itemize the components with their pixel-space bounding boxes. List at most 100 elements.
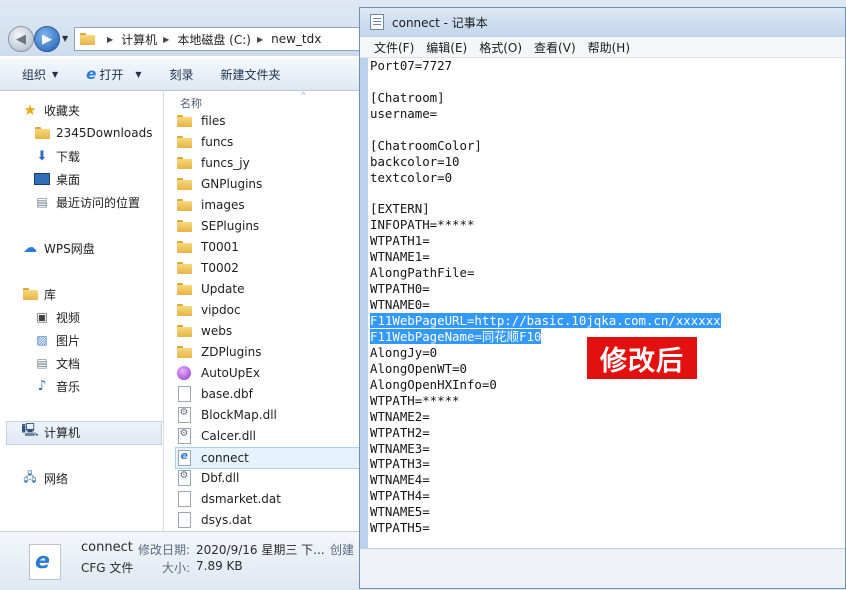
nav-network[interactable]: 🖧 网络 — [22, 468, 68, 488]
desktop-icon — [34, 173, 50, 185]
file-row[interactable]: images — [176, 195, 366, 215]
file-row[interactable]: files — [176, 111, 366, 131]
file-row[interactable]: vipdoc — [176, 300, 366, 320]
file-row[interactable]: funcs_jy — [176, 153, 366, 173]
file-row[interactable]: dsys.dat — [176, 510, 366, 530]
column-header-name[interactable]: 名称 — [180, 95, 202, 111]
folder-icon — [80, 33, 95, 45]
nav-item-2345downloads[interactable]: 2345Downloads — [34, 123, 152, 143]
file-preview-icon: e — [29, 544, 61, 580]
nav-item-pictures[interactable]: ▨ 图片 — [34, 330, 80, 350]
text-line: Port07=7727 — [368, 58, 845, 74]
folder-icon — [176, 241, 192, 253]
forward-button[interactable]: ▶ — [34, 26, 60, 52]
file-list-pane: ^ 名称 files funcs funcs_jy GNPlugins images SE… — [164, 91, 367, 531]
back-button[interactable]: ◀ — [8, 26, 34, 52]
nav-item-documents[interactable]: ▤ 文档 — [34, 353, 80, 373]
nav-item-music[interactable]: ♪ 音乐 — [34, 376, 80, 396]
file-row[interactable]: T0001 — [176, 237, 366, 257]
organize-button[interactable]: 组织 ▼ — [22, 66, 58, 83]
dll-file-icon — [177, 470, 191, 486]
chevron-right-icon[interactable]: ▶ — [107, 35, 113, 44]
notepad-title-bar[interactable]: connect - 记事本 — [360, 8, 845, 36]
line-text: AlongJy=0 — [370, 344, 438, 360]
nav-item-desktop[interactable]: 桌面 — [34, 169, 80, 189]
nav-computer[interactable]: 🖳 计算机 — [21, 422, 80, 442]
file-row[interactable]: dsmarket.dat — [176, 489, 366, 509]
text-line: WTNAME4= — [368, 472, 845, 488]
notepad-text-area[interactable]: Port07=7727 [Chatroom] username= [ChatroomC… — [368, 58, 845, 548]
navigation-pane: ★ 收藏夹 2345Downloads ⬇ 下载 桌面 ▤ 最近访问的位置 ☁ … — [0, 91, 164, 531]
line-text: WTNAME0= — [370, 297, 430, 313]
chevron-right-icon[interactable]: ▶ — [163, 35, 169, 44]
nav-favorites[interactable]: ★ 收藏夹 — [22, 100, 80, 120]
folder-icon — [176, 115, 192, 127]
menu-edit[interactable]: 编辑(E) — [426, 39, 467, 56]
address-box[interactable]: ▶ 计算机 ▶ 本地磁盘 (C:) ▶ new_tdx — [74, 27, 376, 51]
dll-file-icon — [177, 407, 191, 423]
library-icon — [22, 288, 38, 300]
detail-modified-value: 2020/9/16 星期三 下... — [196, 543, 325, 557]
file-row[interactable]: SEPlugins — [176, 216, 366, 236]
file-row[interactable]: T0002 — [176, 258, 366, 278]
file-name: ZDPlugins — [201, 345, 262, 359]
file-row[interactable]: AutoUpEx — [176, 363, 366, 383]
file-name: files — [201, 114, 226, 128]
text-line: WTNAME2= — [368, 409, 845, 425]
nav-item-downloads[interactable]: ⬇ 下载 — [34, 146, 80, 166]
file-row[interactable]: Calcer.dll — [176, 426, 366, 446]
menu-view[interactable]: 查看(V) — [534, 39, 576, 56]
text-line: username= — [368, 106, 845, 122]
nav-item-recent-places[interactable]: ▤ 最近访问的位置 — [34, 192, 140, 212]
file-icon — [177, 491, 191, 507]
text-line: [EXTERN] — [368, 201, 845, 217]
file-row[interactable]: webs — [176, 321, 366, 341]
file-row[interactable]: Update — [176, 279, 366, 299]
new-folder-button[interactable]: 新建文件夹 — [221, 66, 281, 83]
line-text: AlongOpenWT=0 — [370, 360, 467, 376]
line-text: WTPATH0= — [370, 281, 430, 297]
file-row[interactable]: GNPlugins — [176, 174, 366, 194]
text-line: WTPATH=***** — [368, 393, 845, 409]
folder-icon — [34, 127, 50, 139]
nav-item-videos[interactable]: ▣ 视频 — [34, 307, 80, 327]
chevron-right-icon[interactable]: ▶ — [257, 35, 263, 44]
menu-help[interactable]: 帮助(H) — [588, 39, 630, 56]
file-row[interactable]: connect — [175, 447, 367, 469]
burn-button[interactable]: 刻录 — [170, 66, 194, 83]
open-button[interactable]: e 打开 ▼ — [86, 65, 141, 83]
file-name: base.dbf — [201, 387, 253, 401]
file-row[interactable]: BlockMap.dll — [176, 405, 366, 425]
menu-file[interactable]: 文件(F) — [374, 39, 414, 56]
line-text: textcolor=0 — [370, 169, 453, 185]
nav-wps-cloud[interactable]: ☁ WPS网盘 — [22, 238, 95, 258]
folder-icon — [176, 346, 192, 358]
line-text: WTPATH1= — [370, 233, 430, 249]
dropdown-arrow-icon[interactable]: ▼ — [135, 70, 141, 79]
menu-format[interactable]: 格式(O) — [479, 39, 522, 56]
line-text: [ChatroomColor] — [370, 137, 482, 153]
music-icon: ♪ — [37, 378, 47, 394]
text-line — [368, 122, 845, 138]
history-dropdown-icon[interactable]: ▼ — [62, 34, 68, 43]
file-row[interactable]: base.dbf — [176, 384, 366, 404]
line-text: WTNAME4= — [370, 472, 430, 488]
document-icon: ▤ — [36, 356, 48, 370]
breadcrumb-computer[interactable]: 计算机 — [121, 31, 157, 48]
file-row[interactable]: funcs — [176, 132, 366, 152]
file-row[interactable]: ZDPlugins — [176, 342, 366, 362]
file-icon — [177, 512, 191, 528]
line-text: WTPATH4= — [370, 488, 430, 504]
text-line: backcolor=10 — [368, 154, 845, 170]
recent-places-icon: ▤ — [36, 195, 48, 209]
text-line: WTNAME3= — [368, 441, 845, 457]
file-row[interactable]: Dbf.dll — [176, 468, 366, 488]
computer-icon: 🖳 — [21, 423, 39, 438]
file-icon — [177, 386, 191, 402]
nav-libraries[interactable]: 库 — [22, 284, 56, 304]
breadcrumb-local-disk[interactable]: 本地磁盘 (C:) — [177, 31, 251, 48]
folder-icon — [176, 283, 192, 295]
selected-text: F11WebPageName=同花顺F10 — [370, 328, 542, 344]
breadcrumb-new-tdx[interactable]: new_tdx — [271, 32, 321, 46]
text-line: WTPATH0= — [368, 281, 845, 297]
